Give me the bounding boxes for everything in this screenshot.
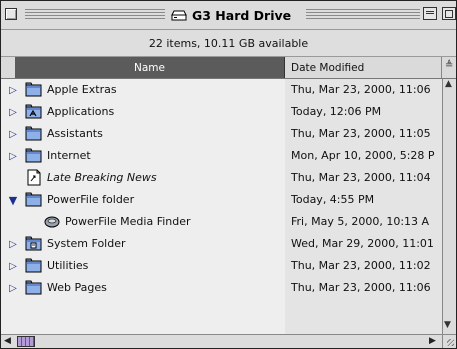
item-date-modified: Fri, May 5, 2000, 10:13 A <box>291 215 430 228</box>
folder-icon[interactable] <box>25 81 43 98</box>
item-name[interactable]: System Folder <box>47 237 126 250</box>
list-item[interactable]: ▷ Apple Extras Thu, Mar 23, 2000, 11:06 <box>1 79 442 101</box>
item-date-modified: Wed, Mar 29, 2000, 11:01 <box>291 237 434 250</box>
item-name[interactable]: Applications <box>47 105 114 118</box>
window-title: G3 Hard Drive <box>167 6 296 24</box>
title-bar-stripes-left <box>25 8 165 20</box>
item-name[interactable]: Utilities <box>47 259 88 272</box>
horizontal-scroll-thumb[interactable] <box>17 336 35 347</box>
window-title-text: G3 Hard Drive <box>192 7 292 23</box>
item-name[interactable]: Late Breaking News <box>47 171 157 184</box>
system-folder-icon[interactable] <box>25 235 43 252</box>
items-available-text: 22 items, 10.11 GB available <box>148 36 309 50</box>
list-item[interactable]: PowerFile Media Finder Fri, May 5, 2000, … <box>1 211 442 233</box>
item-date-modified: Thu, Mar 23, 2000, 11:06 <box>291 83 431 96</box>
disclosure-triangle-collapsed-icon[interactable]: ▷ <box>7 128 19 140</box>
list-item[interactable]: ▷ System Folder Wed, Mar 29, 2000, 11:01 <box>1 233 442 255</box>
column-header-date[interactable]: Date Modified <box>285 57 442 78</box>
horizontal-scrollbar[interactable]: ◀ ▶ <box>1 334 442 348</box>
application-icon[interactable] <box>43 213 61 230</box>
list-item[interactable]: ▷ Internet Mon, Apr 10, 2000, 5:28 P <box>1 145 442 167</box>
hard-drive-icon <box>171 10 187 20</box>
folder-icon[interactable] <box>25 147 43 164</box>
finder-window: G3 Hard Drive 22 items, 10.11 GB availab… <box>0 0 457 349</box>
title-bar-stripes-right <box>306 8 420 20</box>
disclosure-triangle-collapsed-icon[interactable]: ▷ <box>7 238 19 250</box>
folder-icon[interactable] <box>25 257 43 274</box>
resize-grow-box[interactable] <box>442 334 456 348</box>
disclosure-triangle-collapsed-icon[interactable]: ▷ <box>7 84 19 96</box>
column-header-date-label: Date Modified <box>291 61 365 74</box>
item-name[interactable]: PowerFile Media Finder <box>65 215 191 228</box>
item-name[interactable]: Assistants <box>47 127 103 140</box>
disclosure-triangle-collapsed-icon[interactable]: ▷ <box>7 282 19 294</box>
item-date-modified: Today, 12:06 PM <box>291 105 382 118</box>
item-date-modified: Thu, Mar 23, 2000, 11:04 <box>291 171 431 184</box>
scroll-up-arrow-icon[interactable]: ▲ <box>445 79 452 89</box>
close-box[interactable] <box>5 8 17 20</box>
list-item[interactable]: Late Breaking News Thu, Mar 23, 2000, 11:… <box>1 167 442 189</box>
item-date-modified: Today, 4:55 PM <box>291 193 375 206</box>
disclosure-triangle-collapsed-icon[interactable]: ▷ <box>7 150 19 162</box>
scroll-left-arrow-icon[interactable]: ◀ <box>4 336 11 346</box>
windowshade-box[interactable] <box>423 7 437 20</box>
item-name[interactable]: Web Pages <box>47 281 107 294</box>
list-item[interactable]: ▷ Web Pages Thu, Mar 23, 2000, 11:06 <box>1 277 442 299</box>
item-name[interactable]: Internet <box>47 149 91 162</box>
column-header-name[interactable]: Name <box>15 57 285 78</box>
disclosure-triangle-collapsed-icon[interactable]: ▷ <box>7 260 19 272</box>
item-date-modified: Mon, Apr 10, 2000, 5:28 P <box>291 149 435 162</box>
column-header: Name Date Modified ≜ <box>1 57 456 79</box>
alias-document-icon[interactable] <box>25 169 43 186</box>
item-date-modified: Thu, Mar 23, 2000, 11:02 <box>291 259 431 272</box>
item-name[interactable]: PowerFile folder <box>47 193 134 206</box>
vertical-scrollbar[interactable]: ▲ ▼ <box>442 79 456 334</box>
file-list: ▷ Apple Extras Thu, Mar 23, 2000, 11:06 ▷ … <box>1 79 442 334</box>
list-item[interactable]: ▷ Utilities Thu, Mar 23, 2000, 11:02 <box>1 255 442 277</box>
list-item[interactable]: ▼ PowerFile folder Today, 4:55 PM <box>1 189 442 211</box>
item-name[interactable]: Apple Extras <box>47 83 117 96</box>
list-item[interactable]: ▷ Assistants Thu, Mar 23, 2000, 11:05 <box>1 123 442 145</box>
title-bar[interactable]: G3 Hard Drive <box>1 1 456 30</box>
info-bar: 22 items, 10.11 GB available <box>1 30 456 57</box>
column-header-name-label: Name <box>134 61 165 74</box>
folder-icon[interactable] <box>25 125 43 142</box>
folder-icon[interactable] <box>25 191 43 208</box>
disclosure-triangle-collapsed-icon[interactable]: ▷ <box>7 106 19 118</box>
applications-folder-icon[interactable] <box>25 103 43 120</box>
zoom-box[interactable] <box>442 7 456 20</box>
item-date-modified: Thu, Mar 23, 2000, 11:05 <box>291 127 431 140</box>
disclosure-triangle-expanded-icon[interactable]: ▼ <box>7 194 19 207</box>
folder-icon[interactable] <box>25 279 43 296</box>
sort-direction-icon[interactable]: ≜ <box>445 60 453 71</box>
list-item[interactable]: ▷ Applications Today, 12:06 PM <box>1 101 442 123</box>
item-date-modified: Thu, Mar 23, 2000, 11:06 <box>291 281 431 294</box>
scroll-down-arrow-icon[interactable]: ▼ <box>444 320 451 330</box>
scroll-right-arrow-icon[interactable]: ▶ <box>429 336 436 346</box>
